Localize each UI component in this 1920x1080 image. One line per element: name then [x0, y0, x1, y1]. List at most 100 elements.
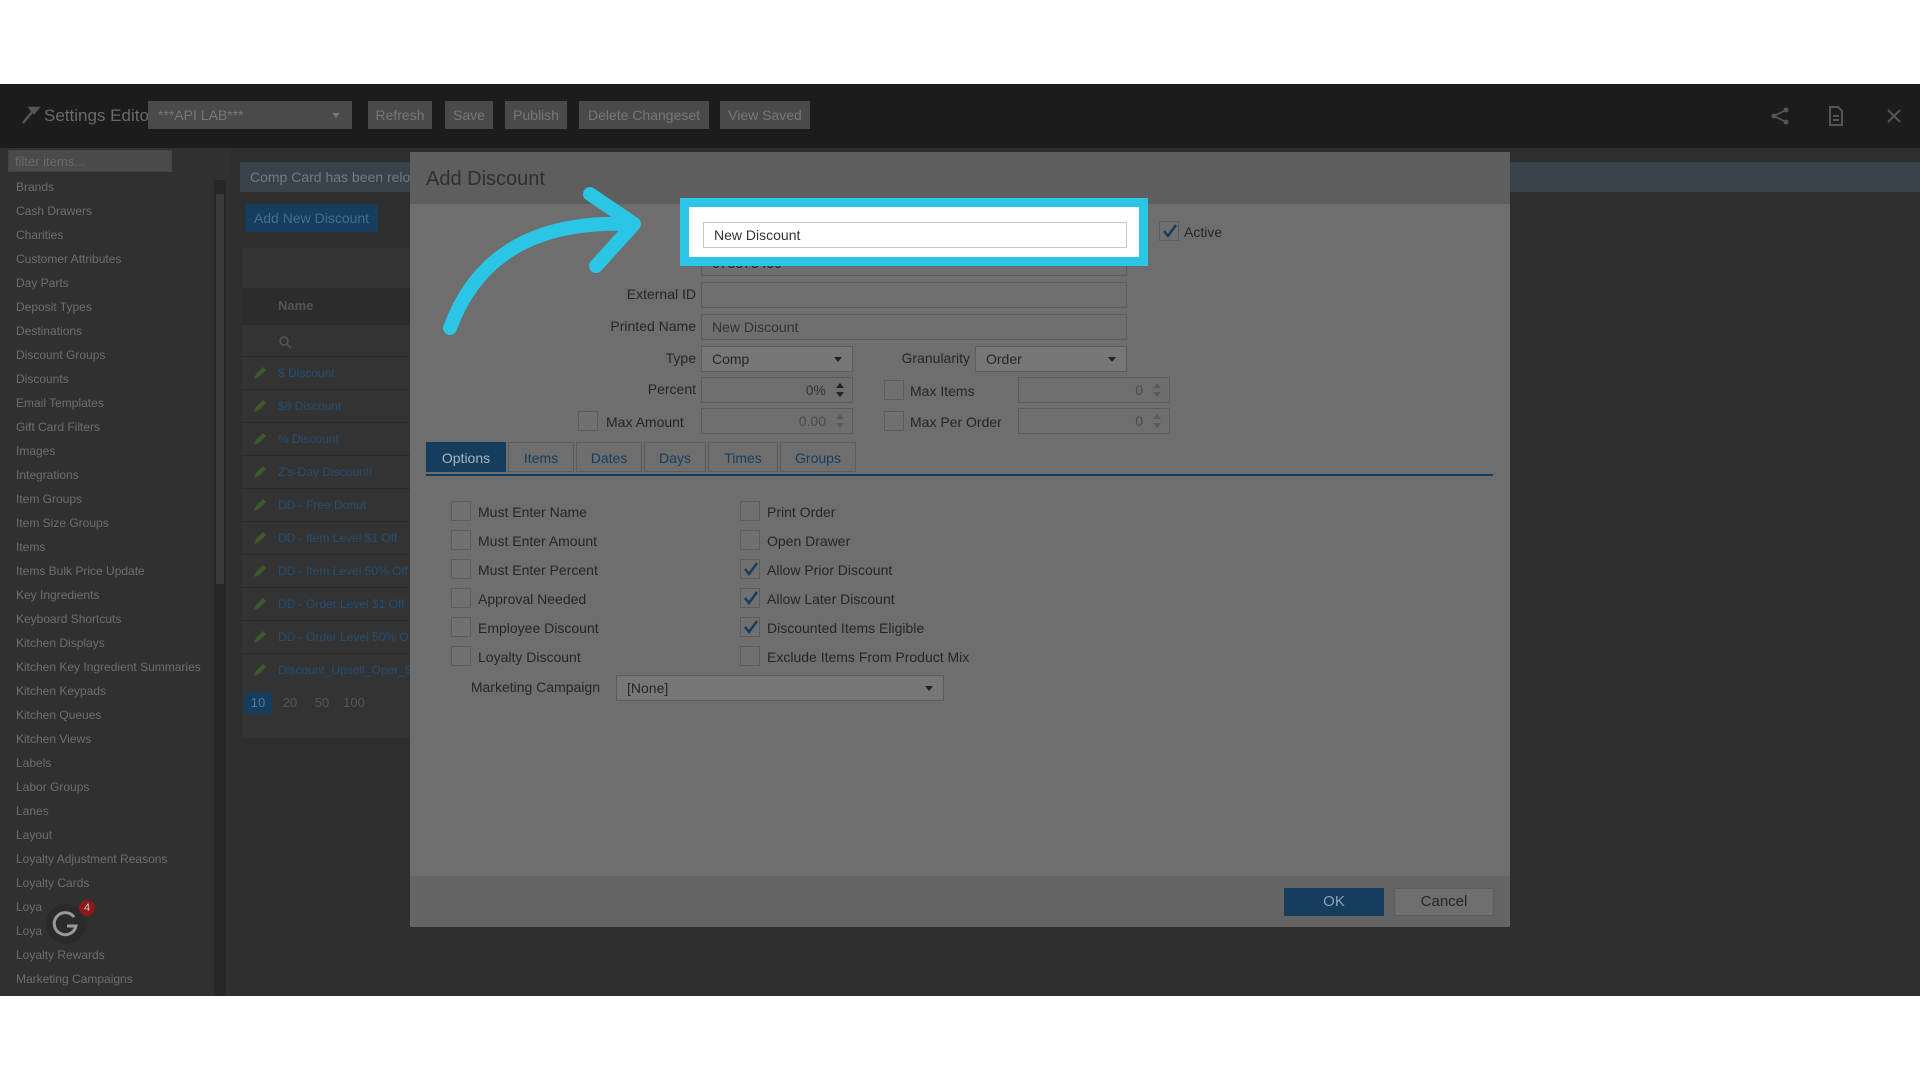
- loyalty-discount-checkbox[interactable]: [451, 646, 471, 666]
- spin-up-icon[interactable]: [836, 383, 844, 388]
- sidebar-item-key-ingredients[interactable]: Key Ingredients: [16, 588, 99, 602]
- grid-header-name[interactable]: Name: [278, 298, 313, 313]
- row-link[interactable]: DD - Order Level $1 Off: [278, 597, 405, 611]
- pencil-icon[interactable]: [252, 662, 268, 678]
- exclude-items-from-product-mix-checkbox[interactable]: [740, 646, 760, 666]
- tab-options[interactable]: Options: [426, 442, 506, 472]
- page-size-20[interactable]: 20: [276, 692, 304, 714]
- pencil-icon[interactable]: [252, 398, 268, 414]
- max-items-checkbox[interactable]: [884, 380, 904, 400]
- sidebar-item-integrations[interactable]: Integrations: [16, 468, 79, 482]
- pencil-icon[interactable]: [252, 464, 268, 480]
- document-icon[interactable]: [1824, 104, 1848, 128]
- sidebar-item-labor-groups[interactable]: Labor Groups: [16, 780, 89, 794]
- approval-needed-checkbox[interactable]: [451, 588, 471, 608]
- spin-down-icon[interactable]: [1153, 392, 1161, 397]
- sidebar-item-keyboard-shortcuts[interactable]: Keyboard Shortcuts: [16, 612, 121, 626]
- table-row[interactable]: Z's-Day Discount!: [242, 455, 422, 488]
- sidebar-item-item-groups[interactable]: Item Groups: [16, 492, 82, 506]
- marketing-campaign-select[interactable]: [None]: [616, 675, 944, 701]
- sidebar-item-loyalty-cards[interactable]: Loyalty Cards: [16, 876, 89, 890]
- sidebar-item-labels[interactable]: Labels: [16, 756, 51, 770]
- row-link[interactable]: % Discount: [278, 432, 339, 446]
- sidebar-item-email-templates[interactable]: Email Templates: [16, 396, 104, 410]
- table-row[interactable]: DD - Order Level 50% O: [242, 620, 422, 653]
- refresh-button[interactable]: Refresh: [368, 101, 432, 129]
- sidebar-item-destinations[interactable]: Destinations: [16, 324, 82, 338]
- must-enter-name-checkbox[interactable]: [451, 501, 471, 521]
- pencil-icon[interactable]: [252, 497, 268, 513]
- page-size-100[interactable]: 100: [340, 692, 368, 714]
- row-link[interactable]: $8 Discount: [278, 399, 341, 413]
- name-input[interactable]: New Discount: [703, 222, 1127, 248]
- cancel-button[interactable]: Cancel: [1394, 888, 1494, 916]
- sidebar-item-discount-groups[interactable]: Discount Groups: [16, 348, 105, 362]
- max-items-stepper[interactable]: 0: [1018, 377, 1170, 403]
- spin-up-icon[interactable]: [1153, 383, 1161, 388]
- table-row[interactable]: DD - Order Level $1 Off: [242, 587, 422, 620]
- allow-prior-discount-checkbox[interactable]: [740, 559, 760, 579]
- tab-dates[interactable]: Dates: [576, 442, 642, 472]
- sidebar-item-deposit-types[interactable]: Deposit Types: [16, 300, 92, 314]
- add-new-discount-button[interactable]: Add New Discount: [245, 204, 378, 232]
- pencil-icon[interactable]: [252, 530, 268, 546]
- must-enter-amount-checkbox[interactable]: [451, 530, 471, 550]
- filter-items-input[interactable]: filter items...: [8, 150, 172, 172]
- table-row[interactable]: $8 Discount: [242, 389, 422, 422]
- employee-discount-checkbox[interactable]: [451, 617, 471, 637]
- spin-down-icon[interactable]: [1153, 423, 1161, 428]
- max-per-order-checkbox[interactable]: [884, 411, 904, 431]
- table-row[interactable]: Discount_Upsell_Oper_5: [242, 653, 422, 686]
- tab-days[interactable]: Days: [644, 442, 706, 472]
- percent-stepper[interactable]: 0%: [701, 377, 853, 403]
- table-row[interactable]: $ Discount: [242, 356, 422, 389]
- page-size-50[interactable]: 50: [308, 692, 336, 714]
- page-size-10[interactable]: 10: [244, 692, 272, 714]
- sidebar-item-layout[interactable]: Layout: [16, 828, 52, 842]
- sidebar-item-customer-attributes[interactable]: Customer Attributes: [16, 252, 121, 266]
- sidebar-item-loyalty-adjustment-reasons[interactable]: Loyalty Adjustment Reasons: [16, 852, 167, 866]
- spin-down-icon[interactable]: [836, 423, 844, 428]
- pencil-icon[interactable]: [252, 431, 268, 447]
- row-link[interactable]: DD - Item Level 50% Off: [278, 564, 408, 578]
- pencil-icon[interactable]: [252, 563, 268, 579]
- spin-up-icon[interactable]: [836, 414, 844, 419]
- granularity-select[interactable]: Order: [975, 346, 1127, 372]
- spin-down-icon[interactable]: [836, 392, 844, 397]
- sidebar-item-item-size-groups[interactable]: Item Size Groups: [16, 516, 109, 530]
- row-link[interactable]: Z's-Day Discount!: [278, 465, 372, 479]
- row-link[interactable]: DD - Order Level 50% O: [278, 630, 409, 644]
- tab-times[interactable]: Times: [708, 442, 778, 472]
- sidebar-item-loyalty-b[interactable]: Loya: [16, 924, 42, 938]
- sidebar-item-kitchen-views[interactable]: Kitchen Views: [16, 732, 91, 746]
- sidebar-item-brands[interactable]: Brands: [16, 180, 54, 194]
- sidebar-item-items[interactable]: Items: [16, 540, 45, 554]
- pencil-icon[interactable]: [252, 365, 268, 381]
- sidebar-item-cash-drawers[interactable]: Cash Drawers: [16, 204, 92, 218]
- table-row[interactable]: DD - Item Level $1 Off: [242, 521, 422, 554]
- close-icon[interactable]: [1882, 104, 1906, 128]
- tab-groups[interactable]: Groups: [780, 442, 856, 472]
- sidebar-item-lanes[interactable]: Lanes: [16, 804, 49, 818]
- sidebar-item-images[interactable]: Images: [16, 444, 55, 458]
- external-id-field[interactable]: [701, 282, 1127, 308]
- ok-button[interactable]: OK: [1284, 888, 1384, 916]
- sidebar-item-charities[interactable]: Charities: [16, 228, 63, 242]
- view-saved-button[interactable]: View Saved: [720, 101, 810, 129]
- sidebar-item-kitchen-queues[interactable]: Kitchen Queues: [16, 708, 101, 722]
- delete-changeset-button[interactable]: Delete Changeset: [579, 101, 709, 129]
- sidebar-item-discounts[interactable]: Discounts: [16, 372, 69, 386]
- sidebar-item-loyalty-a[interactable]: Loya: [16, 900, 42, 914]
- sidebar-item-kitchen-key-ingredient-summaries[interactable]: Kitchen Key Ingredient Summaries: [16, 660, 201, 674]
- table-row[interactable]: % Discount: [242, 422, 422, 455]
- scrollbar-thumb[interactable]: [216, 194, 224, 584]
- tab-items[interactable]: Items: [508, 442, 574, 472]
- row-link[interactable]: Discount_Upsell_Oper_5: [278, 663, 411, 677]
- max-amount-stepper[interactable]: 0.00: [701, 408, 853, 434]
- share-icon[interactable]: [1768, 104, 1792, 128]
- sidebar-item-items-bulk-price-update[interactable]: Items Bulk Price Update: [16, 564, 145, 578]
- sidebar-item-loyalty-rewards[interactable]: Loyalty Rewards: [16, 948, 105, 962]
- publish-button[interactable]: Publish: [505, 101, 567, 129]
- environment-select[interactable]: ***API LAB***: [148, 101, 352, 129]
- sidebar-item-kitchen-keypads[interactable]: Kitchen Keypads: [16, 684, 106, 698]
